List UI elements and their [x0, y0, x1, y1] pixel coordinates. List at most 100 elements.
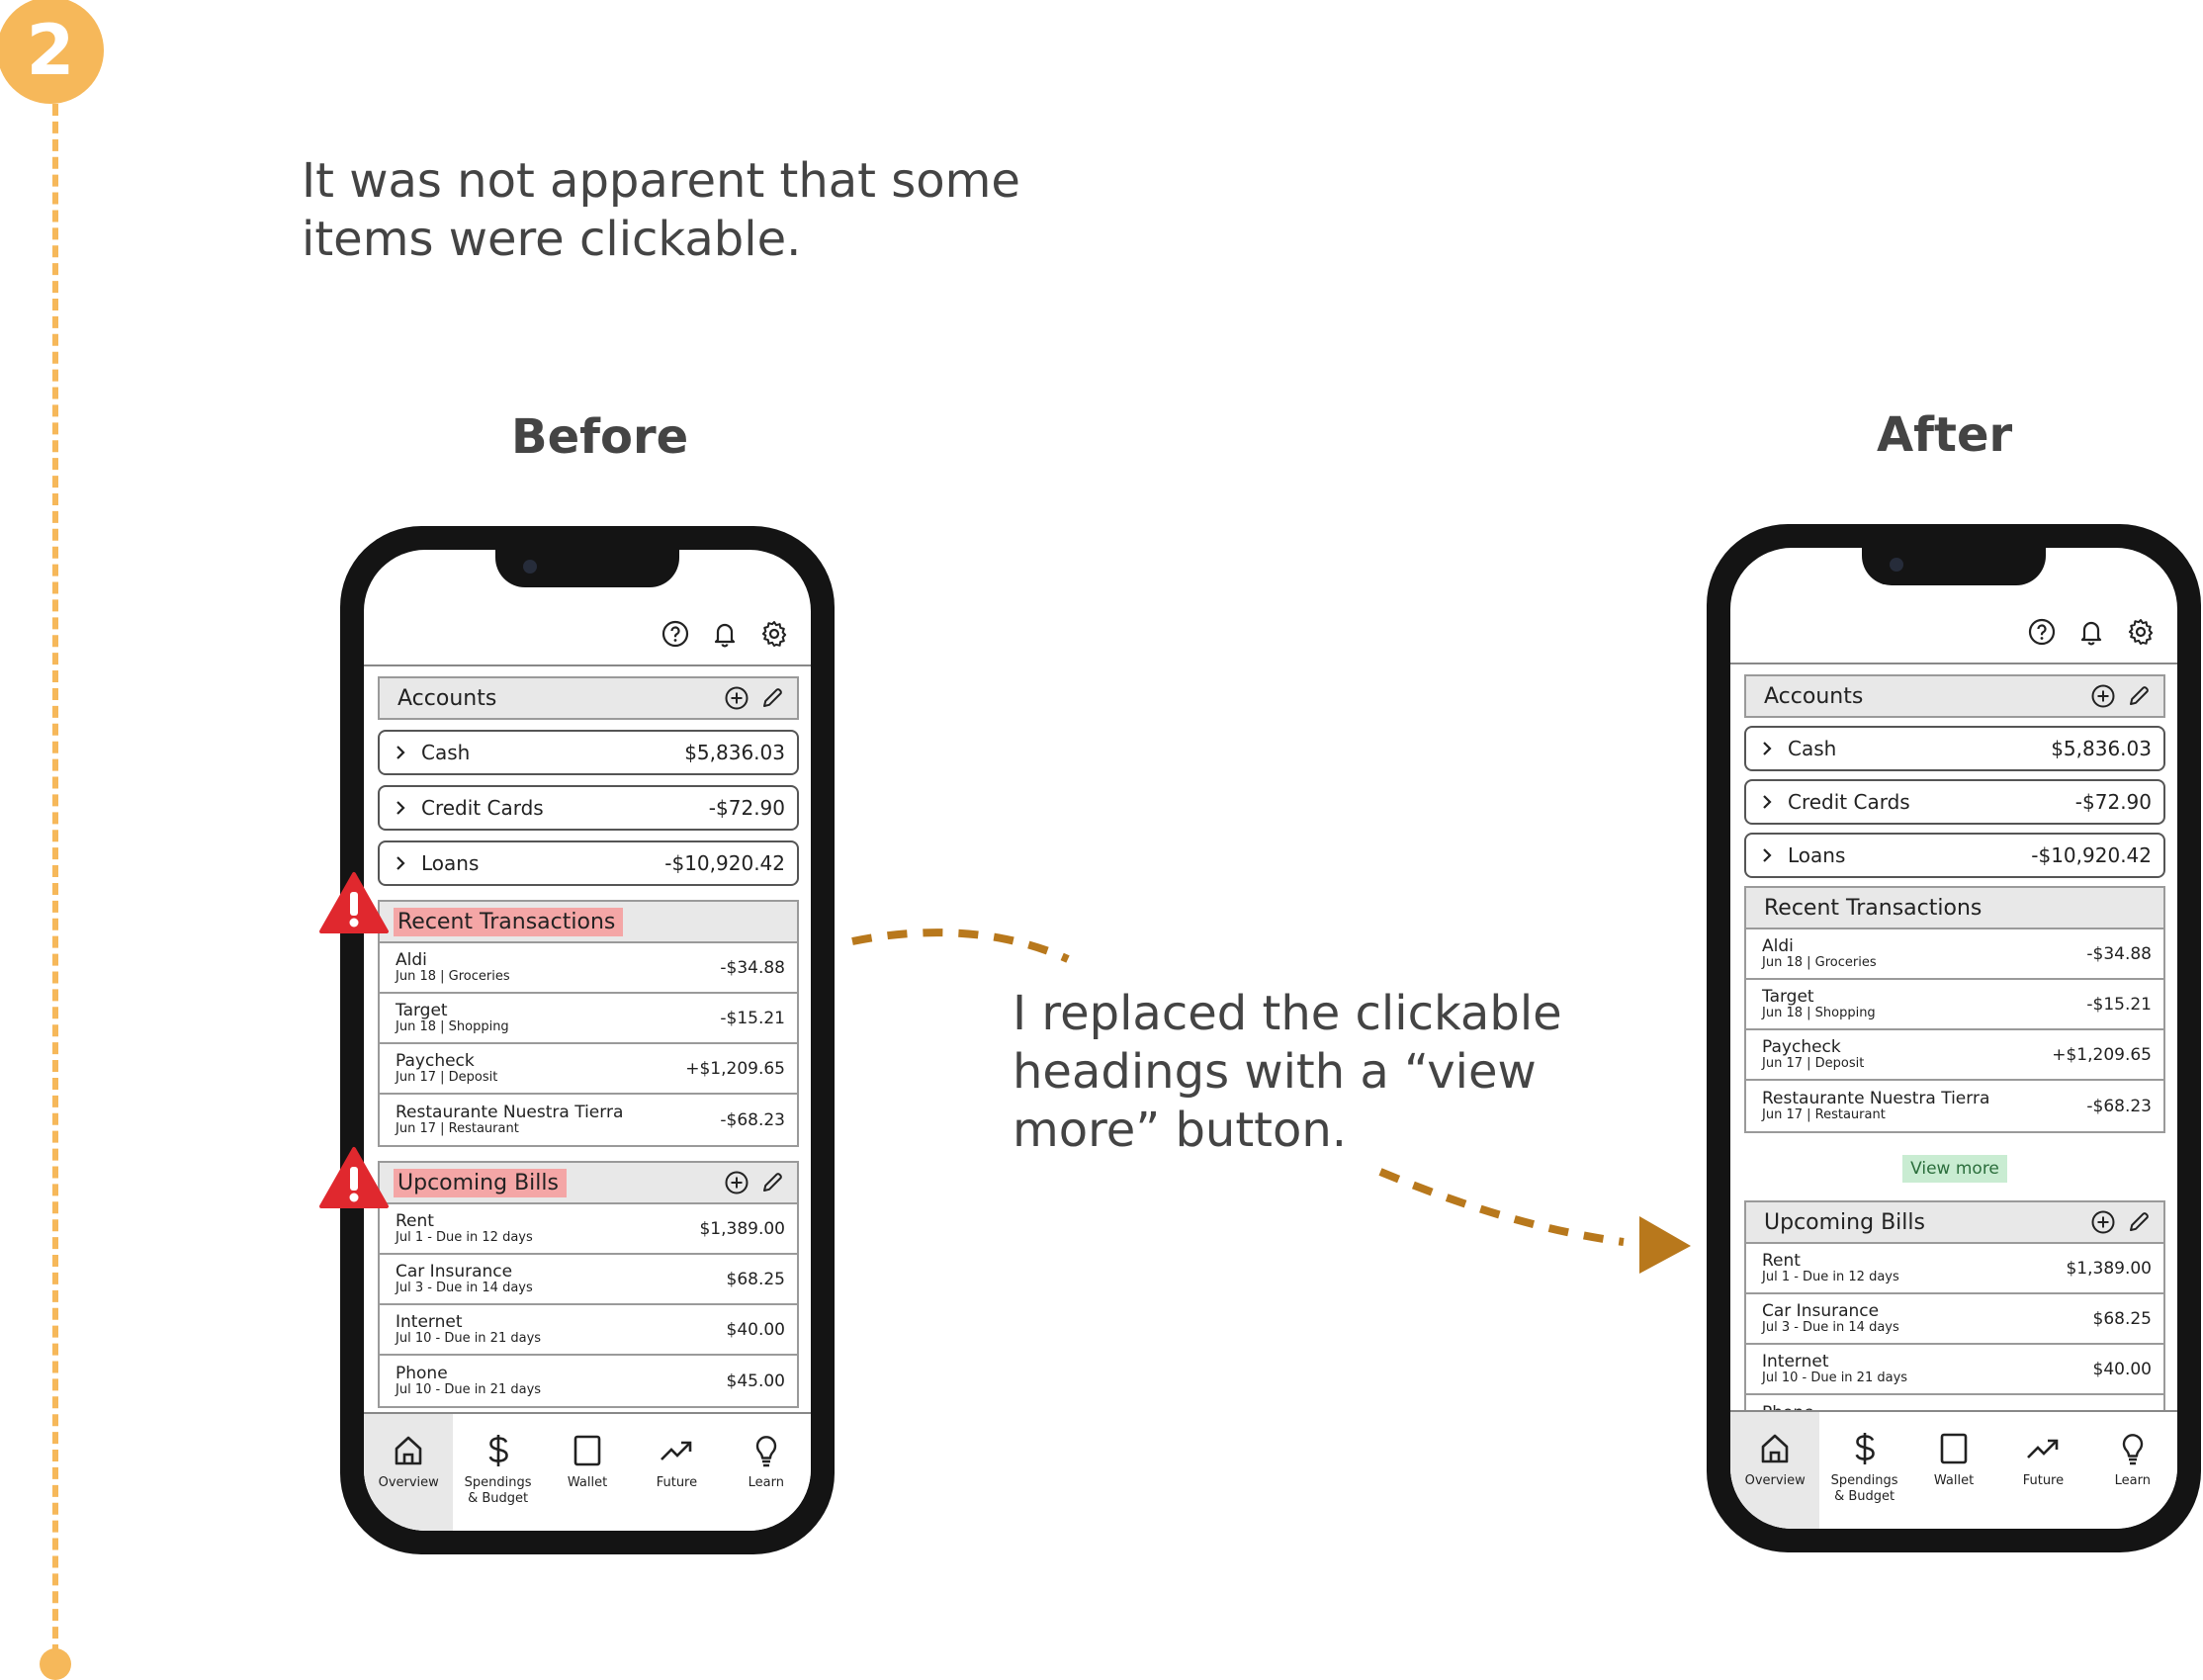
item-amount: -$15.21 [720, 1008, 785, 1028]
chevron-right-icon [1758, 846, 1776, 864]
gear-icon[interactable] [2126, 617, 2156, 647]
item-sub: Jun 18 | Shopping [1762, 1005, 1876, 1020]
account-amount: -$72.90 [2074, 790, 2152, 814]
item-amount: +$1,209.65 [2052, 1044, 2152, 1065]
recent-transactions-header: Recent Transactions [1744, 886, 2165, 929]
item-amount: $68.25 [726, 1269, 785, 1289]
add-icon[interactable] [724, 685, 749, 711]
recent-transactions-header[interactable]: Recent Transactions [378, 900, 799, 943]
item-amount: $68.25 [2092, 1308, 2152, 1329]
tab-label: Wallet [567, 1475, 608, 1490]
tab-overview[interactable]: Overview [1730, 1412, 1820, 1529]
list-item: Paycheck Jun 17 | Deposit +$1,209.65 [1746, 1030, 2163, 1081]
account-row-cash[interactable]: Cash $5,836.03 [1744, 726, 2165, 771]
item-amount: $1,389.00 [2066, 1258, 2152, 1279]
item-name: Paycheck [396, 1050, 475, 1071]
item-sub: Jun 17 | Deposit [396, 1069, 498, 1085]
item-sub: Jul 3 - Due in 14 days [396, 1280, 533, 1295]
item-name: Aldi [1762, 935, 1794, 956]
edit-icon[interactable] [759, 1170, 785, 1195]
accounts-header: Accounts [378, 676, 799, 720]
tab-label: Spendings & Budget [464, 1475, 532, 1506]
tab-wallet[interactable]: Wallet [1909, 1412, 1998, 1529]
item-amount: $40.00 [726, 1319, 785, 1340]
item-sub: Jun 17 | Restaurant [396, 1120, 519, 1136]
item-amount: -$34.88 [2086, 943, 2152, 964]
list-item: Rent Jul 1 - Due in 12 days $1,389.00 [1746, 1244, 2163, 1294]
dollar-icon [1846, 1430, 1884, 1467]
tab-overview[interactable]: Overview [364, 1414, 454, 1531]
account-row-credit-cards[interactable]: Credit Cards -$72.90 [1744, 779, 2165, 825]
add-icon[interactable] [724, 1170, 749, 1195]
help-icon[interactable] [2027, 617, 2057, 647]
accounts-title: Accounts [397, 685, 497, 711]
gear-icon[interactable] [759, 619, 789, 649]
home-icon [390, 1432, 427, 1469]
item-sub: Jun 18 | Groceries [1762, 954, 1877, 970]
item-amount: $45.00 [726, 1371, 785, 1391]
tab-future[interactable]: Future [632, 1414, 721, 1531]
home-icon [1756, 1430, 1794, 1467]
view-more-button[interactable]: View more [1902, 1155, 2007, 1183]
tab-label: Overview [1744, 1473, 1806, 1488]
item-sub: Jun 18 | Groceries [396, 968, 510, 984]
dollar-icon [480, 1432, 517, 1469]
list-item: Internet Jul 10 - Due in 21 days $40.00 [380, 1305, 797, 1356]
problem-note: It was not apparent that some items were… [302, 153, 1020, 267]
help-icon[interactable] [661, 619, 690, 649]
account-name: Credit Cards [1788, 790, 1910, 814]
chevron-right-icon [1758, 793, 1776, 811]
after-heading: After [1877, 407, 2013, 463]
edit-icon[interactable] [2126, 683, 2152, 709]
item-amount: -$34.88 [720, 957, 785, 978]
camera [523, 560, 537, 574]
list-item: Restaurante Nuestra Tierra Jun 17 | Resta… [380, 1095, 797, 1145]
item-sub: Jul 10 - Due in 21 days [396, 1381, 542, 1397]
arrow-head [1639, 1216, 1691, 1274]
item-amount: $40.00 [2092, 1359, 2152, 1379]
add-icon[interactable] [2090, 683, 2116, 709]
item-name: Target [1762, 986, 1814, 1007]
account-amount: $5,836.03 [2051, 737, 2152, 760]
item-amount: +$1,209.65 [685, 1058, 785, 1079]
edit-icon[interactable] [759, 685, 785, 711]
bell-icon[interactable] [710, 619, 740, 649]
upcoming-bills-title: Upcoming Bills [1764, 1209, 1925, 1235]
item-name: Rent [1762, 1250, 1801, 1271]
tab-wallet[interactable]: Wallet [543, 1414, 632, 1531]
item-name: Paycheck [1762, 1036, 1841, 1057]
tab-label: Future [2022, 1473, 2065, 1488]
account-row-cash[interactable]: Cash $5,836.03 [378, 730, 799, 775]
tab-learn[interactable]: Learn [722, 1414, 811, 1531]
item-amount: -$68.23 [720, 1109, 785, 1130]
account-row-loans[interactable]: Loans -$10,920.42 [378, 840, 799, 886]
account-amount: $5,836.03 [684, 741, 785, 764]
edit-icon[interactable] [2126, 1209, 2152, 1235]
phone-notch [1862, 548, 2046, 585]
tab-label: Overview [378, 1475, 439, 1490]
add-icon[interactable] [2090, 1209, 2116, 1235]
account-row-loans[interactable]: Loans -$10,920.42 [1744, 833, 2165, 878]
lightbulb-icon [748, 1432, 785, 1469]
account-row-credit-cards[interactable]: Credit Cards -$72.90 [378, 785, 799, 831]
bell-icon[interactable] [2076, 617, 2106, 647]
upcoming-bills-header[interactable]: Upcoming Bills [378, 1161, 799, 1204]
upcoming-bills-header: Upcoming Bills [1744, 1200, 2165, 1244]
item-amount: $1,389.00 [699, 1218, 785, 1239]
account-name: Credit Cards [421, 796, 544, 820]
tab-future[interactable]: Future [1998, 1412, 2087, 1529]
item-name: Restaurante Nuestra Tierra [396, 1102, 624, 1122]
tab-spendings-budget[interactable]: Spendings & Budget [453, 1414, 542, 1531]
list-item: Aldi Jun 18 | Groceries -$34.88 [1746, 929, 2163, 980]
before-heading: Before [511, 409, 689, 465]
tab-learn[interactable]: Learn [2088, 1412, 2177, 1529]
warning-icon [318, 870, 390, 935]
chevron-right-icon [392, 799, 409, 817]
camera [1890, 558, 1903, 572]
item-amount: -$68.23 [2086, 1096, 2152, 1116]
timeline-line [52, 104, 58, 1656]
phone-after: Accounts Cash $5,836.03 Credit Cards -$72.… [1707, 524, 2201, 1552]
tab-spendings-budget[interactable]: Spendings & Budget [1819, 1412, 1908, 1529]
trend-icon [2024, 1430, 2062, 1467]
item-name: Restaurante Nuestra Tierra [1762, 1088, 1990, 1108]
